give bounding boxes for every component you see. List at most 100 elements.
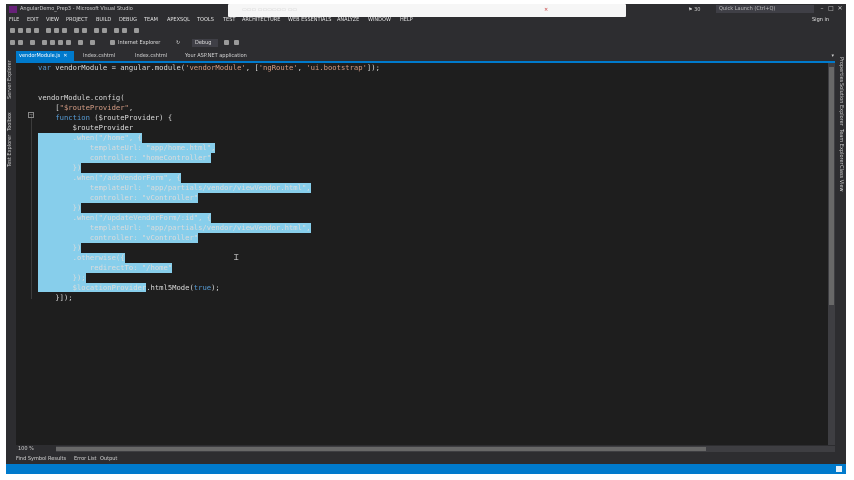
new-item-icon[interactable] <box>42 40 47 45</box>
status-bar <box>6 464 846 474</box>
forward-icon[interactable] <box>18 40 23 45</box>
paste-icon[interactable] <box>62 28 67 33</box>
refresh-icon[interactable]: ↻ <box>176 39 180 48</box>
vertical-scroll-thumb[interactable] <box>829 67 834 305</box>
save-file-icon[interactable] <box>58 40 63 45</box>
menu-apexsql[interactable]: APEXSQL <box>167 16 190 25</box>
code-line: ["$routeProvider", <box>38 103 134 112</box>
tab-output[interactable]: Output <box>100 455 117 464</box>
tab-label: vendorModule.js <box>19 53 61 59</box>
menu-project[interactable]: PROJECT <box>66 16 88 25</box>
code-line-partial-selection: $locationProvider.html5Mode(true); <box>38 283 220 292</box>
solution-icon[interactable] <box>30 40 35 45</box>
properties-tab[interactable]: Properties <box>838 57 844 82</box>
run-icon[interactable] <box>110 40 115 45</box>
tab-index-cshtml-2[interactable]: Index.cshtml <box>132 51 182 61</box>
browser-selector[interactable]: Internet Explorer <box>118 39 160 48</box>
selected-code-line: .when("/updateVendorForm/:id", { <box>38 213 212 223</box>
title-bar: AngularDemo_Prep3 - Microsoft Visual Stu… <box>6 4 846 17</box>
menu-debug[interactable]: DEBUG <box>119 16 137 25</box>
uncomment-icon[interactable] <box>82 28 87 33</box>
configuration-value: Debug <box>195 40 212 46</box>
window-title: AngularDemo_Prep3 - Microsoft Visual Stu… <box>20 6 133 12</box>
comment-icon[interactable] <box>74 28 79 33</box>
quick-launch-input[interactable]: Quick Launch (Ctrl+Q) <box>716 5 814 13</box>
right-tool-strip: Properties Solution Explorer Team Explor… <box>835 51 846 451</box>
collapse-region-icon[interactable]: − <box>28 112 34 118</box>
menu-window[interactable]: WINDOW <box>368 16 391 25</box>
tab-error-list[interactable]: Error List <box>74 455 97 464</box>
tab-vendormodule-js[interactable]: vendorModule.js ✕ <box>16 51 74 61</box>
minimize-button[interactable]: – <box>818 4 826 14</box>
tab-label: Index.cshtml <box>135 53 168 59</box>
tab-list-dropdown-icon[interactable]: ▾ <box>831 51 834 61</box>
menu-team[interactable]: TEAM <box>144 16 158 25</box>
visual-studio-window: AngularDemo_Prep3 - Microsoft Visual Stu… <box>6 4 846 474</box>
next-bookmark-icon[interactable] <box>102 28 107 33</box>
menu-help[interactable]: HELP <box>400 16 413 25</box>
selected-code-line: .otherwise({ <box>38 253 125 263</box>
find-icon[interactable] <box>134 28 139 33</box>
selected-code-line: }); <box>38 273 86 283</box>
close-tab-icon[interactable]: ✕ <box>63 53 67 59</box>
notification-count: 30 <box>694 7 701 13</box>
open-icon[interactable] <box>50 40 55 45</box>
vertical-scrollbar[interactable] <box>828 63 835 445</box>
save-all-icon[interactable] <box>34 28 39 33</box>
menu-edit[interactable]: EDIT <box>27 16 39 25</box>
editor-bottom-bar: 100 % <box>16 445 835 453</box>
solution-explorer-tab[interactable]: Solution Explorer <box>838 83 844 126</box>
save-icon[interactable] <box>26 28 31 33</box>
text-cursor-icon: Ɪ <box>234 253 239 262</box>
bookmark-icon[interactable] <box>94 28 99 33</box>
attach-icon[interactable] <box>224 40 229 45</box>
selected-code-line: redirectTo: "/home" <box>38 263 173 273</box>
redo-icon[interactable] <box>90 40 95 45</box>
cut-icon[interactable] <box>46 28 51 33</box>
selected-code-line: controller: "homeController" <box>38 153 212 163</box>
save-all-files-icon[interactable] <box>66 40 71 45</box>
zoom-level[interactable]: 100 % <box>18 445 34 453</box>
test-explorer-tab[interactable]: Test Explorer <box>7 135 13 167</box>
code-editor[interactable]: − var vendorModule = angular.module('ven… <box>16 63 828 445</box>
code-line: $routeProvider <box>38 123 134 132</box>
configuration-dropdown[interactable]: Debug <box>192 39 218 47</box>
open-file-icon[interactable] <box>18 28 23 33</box>
menu-file[interactable]: FILE <box>9 16 19 25</box>
selected-code-line: .when("/addVendorForm", { <box>38 173 181 183</box>
team-explorer-tab[interactable]: Team Explorer <box>838 129 844 165</box>
outdent-icon[interactable] <box>122 28 127 33</box>
publish-icon[interactable] <box>234 40 239 45</box>
toolbox-tab[interactable]: Toolbox <box>7 112 13 131</box>
back-icon[interactable] <box>10 40 15 45</box>
status-notification-icon[interactable] <box>836 466 842 472</box>
close-button[interactable]: ✕ <box>836 4 844 14</box>
new-project-icon[interactable] <box>10 28 15 33</box>
code-line: }]); <box>38 293 73 302</box>
tab-aspnet-application[interactable]: Your ASP.NET application <box>182 51 264 61</box>
notification-flag-icon[interactable]: ⚑ 30 <box>688 5 700 16</box>
menu-analyze[interactable]: ANALYZE <box>337 16 359 25</box>
server-explorer-tab[interactable]: Server Explorer <box>7 60 13 99</box>
menu-tools[interactable]: TOOLS <box>197 16 214 25</box>
selected-code-line: templateUrl: "app/partials/vendor/viewVe… <box>38 223 311 233</box>
undo-icon[interactable] <box>78 40 83 45</box>
menu-view[interactable]: VIEW <box>46 16 59 25</box>
menu-web-essentials[interactable]: WEB ESSENTIALS <box>288 16 331 25</box>
code-line: function ($routeProvider) { <box>55 113 173 122</box>
sign-in-link[interactable]: Sign in <box>812 16 829 25</box>
left-tool-strip: Server Explorer Toolbox Test Explorer <box>6 51 16 451</box>
horizontal-scroll-thumb[interactable] <box>56 447 706 451</box>
selected-code-line: templateUrl: "app/partials/vendor/viewVe… <box>38 183 311 193</box>
copy-icon[interactable] <box>54 28 59 33</box>
menu-test[interactable]: TEST <box>223 16 235 25</box>
maximize-button[interactable]: □ <box>827 4 835 14</box>
horizontal-scrollbar[interactable] <box>56 446 835 452</box>
class-view-tab[interactable]: Class View <box>838 165 844 192</box>
menu-build[interactable]: BUILD <box>96 16 111 25</box>
menu-bar: FILE EDIT VIEW PROJECT BUILD DEBUG TEAM … <box>6 16 846 25</box>
tab-index-cshtml-1[interactable]: Index.cshtml <box>80 51 130 61</box>
indent-icon[interactable] <box>114 28 119 33</box>
tab-find-symbol-results[interactable]: Find Symbol Results <box>16 455 66 464</box>
menu-architecture[interactable]: ARCHITECTURE <box>242 16 280 25</box>
